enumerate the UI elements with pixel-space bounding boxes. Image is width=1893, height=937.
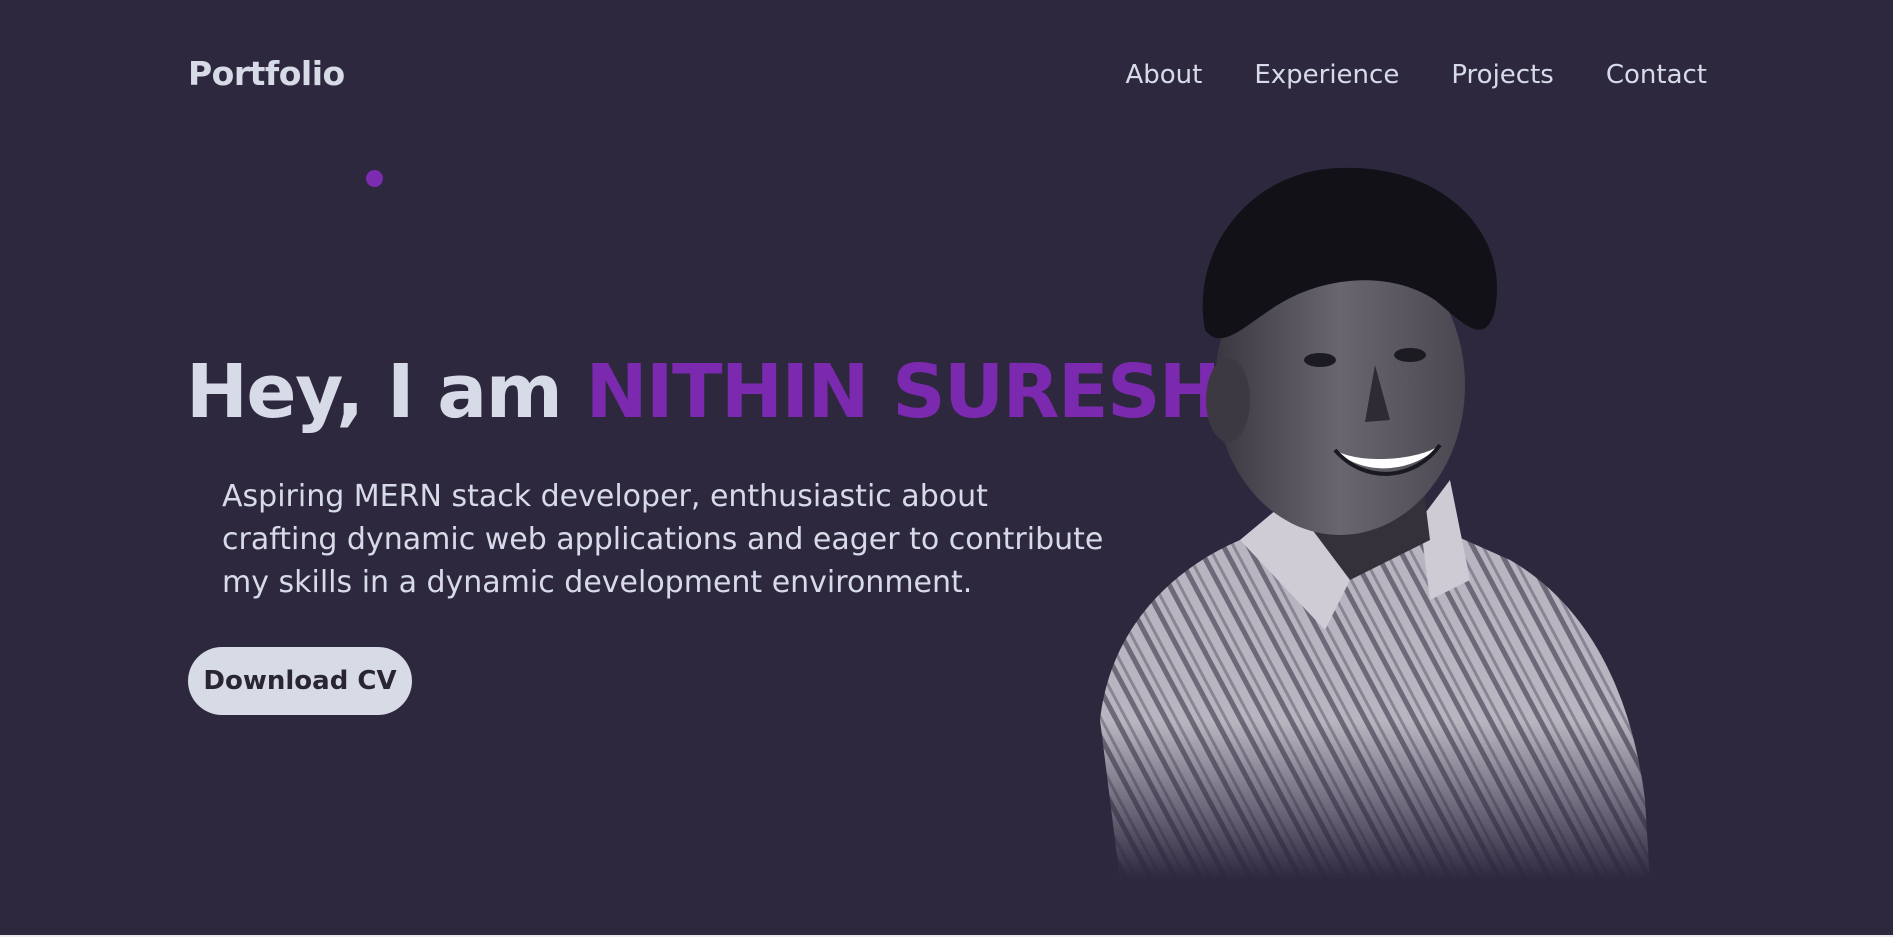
nav-experience[interactable]: Experience [1254, 60, 1399, 90]
decorative-dot [366, 170, 383, 187]
main-nav: About Experience Projects Contact [1125, 60, 1707, 90]
nav-projects[interactable]: Projects [1451, 60, 1554, 90]
hero-greeting: Hey, I am [186, 349, 586, 435]
page: Portfolio About Experience Projects Cont… [0, 0, 1893, 937]
site-logo[interactable]: Portfolio [188, 54, 345, 93]
hero-title: Hey, I am NITHIN SURESH [186, 347, 1221, 437]
portrait-image [1100, 167, 1650, 880]
nav-contact[interactable]: Contact [1606, 60, 1707, 90]
nav-about[interactable]: About [1125, 60, 1202, 90]
download-cv-button[interactable]: Download CV [188, 647, 412, 715]
hero-description: Aspiring MERN stack developer, enthusias… [222, 479, 1104, 600]
